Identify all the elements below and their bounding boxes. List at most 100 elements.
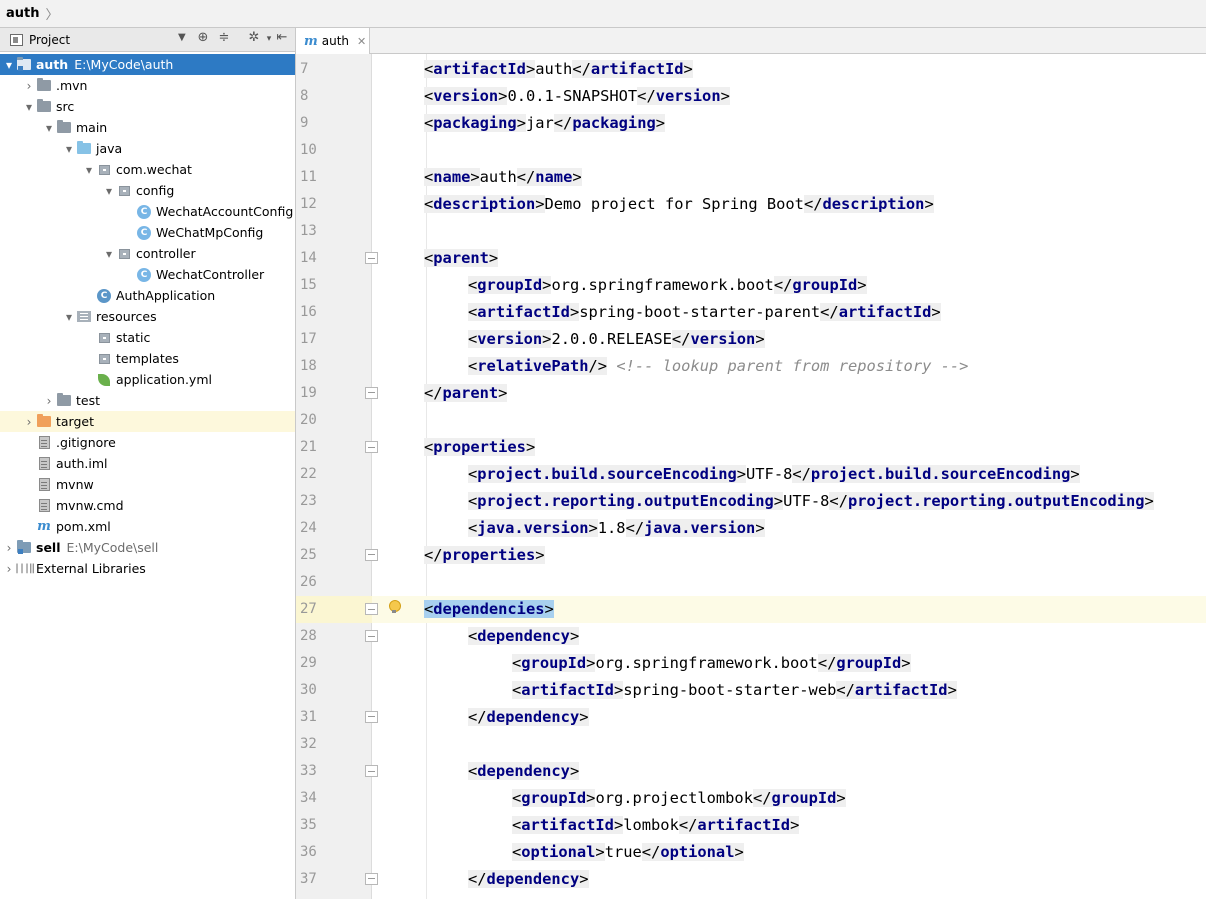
chevron-down-icon[interactable]: ▾ (102, 247, 116, 261)
code-editor[interactable]: 7 <artifactId>auth</artifactId> 8 <version>… (296, 54, 1206, 899)
code-line[interactable]: 7 <artifactId>auth</artifactId> (296, 56, 1206, 83)
code-line[interactable]: 32 (296, 731, 1206, 758)
fold-collapse-icon[interactable] (365, 441, 378, 453)
code-line[interactable]: 9 <packaging>jar</packaging> (296, 110, 1206, 137)
code-line[interactable]: 36 <optional>true</optional> (296, 839, 1206, 866)
tree-item-static[interactable]: static (0, 327, 295, 348)
tree-item-target[interactable]: › target (0, 411, 295, 432)
tree-item-templates[interactable]: templates (0, 348, 295, 369)
view-dropdown-icon[interactable]: ▼ (178, 32, 186, 43)
line-number: 35 (300, 817, 317, 833)
code-line[interactable]: 33 <dependency> (296, 758, 1206, 785)
tree-item-wechatmpconfig[interactable]: C WeChatMpConfig (0, 222, 295, 243)
chevron-down-icon[interactable]: ▾ (62, 310, 76, 324)
tree-item-src[interactable]: ▾ src (0, 96, 295, 117)
tree-item-resources[interactable]: ▾ resources (0, 306, 295, 327)
line-number: 26 (300, 574, 317, 590)
fold-end-icon[interactable] (365, 549, 378, 561)
resources-folder-icon (76, 310, 92, 324)
chevron-right-icon[interactable]: › (42, 394, 56, 408)
code-line[interactable]: 16 <artifactId>spring-boot-starter-parent… (296, 299, 1206, 326)
fold-end-icon[interactable] (365, 387, 378, 399)
fold-collapse-icon[interactable] (365, 603, 378, 615)
fold-end-icon[interactable] (365, 711, 378, 723)
line-number: 31 (300, 709, 317, 725)
breadcrumb-project[interactable]: auth (6, 6, 40, 21)
tree-item-test[interactable]: › test (0, 390, 295, 411)
code-line[interactable]: 22 <project.build.sourceEncoding>UTF-8</p… (296, 461, 1206, 488)
fold-end-icon[interactable] (365, 873, 378, 885)
code-line[interactable]: 27 <dependencies> (296, 596, 1206, 623)
line-number: 22 (300, 466, 317, 482)
chevron-down-icon[interactable]: ▾ (82, 163, 96, 177)
package-icon (96, 331, 112, 345)
tree-item-mvn[interactable]: › .mvn (0, 75, 295, 96)
project-view-icon (10, 33, 23, 46)
code-text: <artifactId>lombok</artifactId> (512, 816, 800, 834)
code-line[interactable]: 29 <groupId>org.springframework.boot</gro… (296, 650, 1206, 677)
code-line[interactable]: 21 <properties> (296, 434, 1206, 461)
package-icon (96, 163, 112, 177)
tree-item-label: WechatAccountConfig (156, 204, 294, 219)
code-line[interactable]: 18 <relativePath/> <!-- lookup parent fro… (296, 353, 1206, 380)
chevron-right-icon[interactable]: › (22, 415, 36, 429)
tree-item-controller[interactable]: ▾ controller (0, 243, 295, 264)
tab-auth-pom[interactable]: m auth ✕ (296, 28, 370, 54)
tree-item-main[interactable]: ▾ main (0, 117, 295, 138)
tree-item-external-libraries[interactable]: › |||‖ External Libraries (0, 558, 295, 579)
fold-collapse-icon[interactable] (365, 252, 378, 264)
chevron-down-icon[interactable]: ▾ (62, 142, 76, 156)
chevron-down-icon[interactable]: ▾ (2, 58, 16, 72)
tree-item-application-yml[interactable]: application.yml (0, 369, 295, 390)
code-line[interactable]: 28 <dependency> (296, 623, 1206, 650)
chevron-down-icon[interactable]: ▾ (22, 100, 36, 114)
code-line[interactable]: 34 <groupId>org.projectlombok</groupId> (296, 785, 1206, 812)
tree-item-authapplication[interactable]: C AuthApplication (0, 285, 295, 306)
tree-item-label: mvnw (56, 477, 94, 492)
fold-collapse-icon[interactable] (365, 765, 378, 777)
code-line[interactable]: 26 (296, 569, 1206, 596)
code-line[interactable]: 19 </parent> (296, 380, 1206, 407)
code-line[interactable]: 23 <project.reporting.outputEncoding>UTF-… (296, 488, 1206, 515)
code-line[interactable]: 17 <version>2.0.0.RELEASE</version> (296, 326, 1206, 353)
tree-item-wechataccountconfig[interactable]: C WechatAccountConfig (0, 201, 295, 222)
code-line[interactable]: 10 (296, 137, 1206, 164)
collapse-all-icon[interactable]: ≑ (215, 30, 233, 45)
code-line[interactable]: 37 </dependency> (296, 866, 1206, 893)
tree-item-sell[interactable]: › sell E:\MyCode\sell (0, 537, 295, 558)
chevron-right-icon[interactable]: › (22, 79, 36, 93)
code-line[interactable]: 31 </dependency> (296, 704, 1206, 731)
tree-item-mvnw-cmd[interactable]: mvnw.cmd (0, 495, 295, 516)
code-line[interactable]: 15 <groupId>org.springframework.boot</gro… (296, 272, 1206, 299)
tree-item-java[interactable]: ▾ java (0, 138, 295, 159)
code-line[interactable]: 13 (296, 218, 1206, 245)
chevron-down-icon[interactable]: ▾ (42, 121, 56, 135)
tree-item-mvnw[interactable]: mvnw (0, 474, 295, 495)
tree-item-config[interactable]: ▾ config (0, 180, 295, 201)
code-line[interactable]: 12 <description>Demo project for Spring B… (296, 191, 1206, 218)
code-line[interactable]: 14 <parent> (296, 245, 1206, 272)
project-view-title[interactable]: Project (29, 33, 70, 47)
code-line[interactable]: 35 <artifactId>lombok</artifactId> (296, 812, 1206, 839)
locate-icon[interactable]: ⊕ (194, 30, 212, 45)
fold-collapse-icon[interactable] (365, 630, 378, 642)
code-line[interactable]: 24 <java.version>1.8</java.version> (296, 515, 1206, 542)
lightbulb-icon[interactable] (388, 600, 401, 614)
code-line[interactable]: 11 <name>auth</name> (296, 164, 1206, 191)
code-text: <description>Demo project for Spring Boo… (424, 195, 934, 213)
chevron-right-icon[interactable]: › (2, 541, 16, 555)
tree-item-gitignore[interactable]: .gitignore (0, 432, 295, 453)
hide-panel-icon[interactable]: ⇤ (273, 30, 291, 45)
tree-item-auth[interactable]: ▾ auth E:\MyCode\auth (0, 54, 295, 75)
tree-item-wechatcontroller[interactable]: C WechatController (0, 264, 295, 285)
close-icon[interactable]: ✕ (357, 35, 366, 48)
tree-item-auth-iml[interactable]: auth.iml (0, 453, 295, 474)
chevron-down-icon[interactable]: ▾ (102, 184, 116, 198)
code-line[interactable]: 25 </properties> (296, 542, 1206, 569)
tree-item-label: WeChatMpConfig (156, 225, 264, 240)
tree-item-pom-xml[interactable]: m pom.xml (0, 516, 295, 537)
code-line[interactable]: 20 (296, 407, 1206, 434)
code-line[interactable]: 8 <version>0.0.1-SNAPSHOT</version> (296, 83, 1206, 110)
tree-item-com-wechat[interactable]: ▾ com.wechat (0, 159, 295, 180)
code-line[interactable]: 30 <artifactId>spring-boot-starter-web</a… (296, 677, 1206, 704)
